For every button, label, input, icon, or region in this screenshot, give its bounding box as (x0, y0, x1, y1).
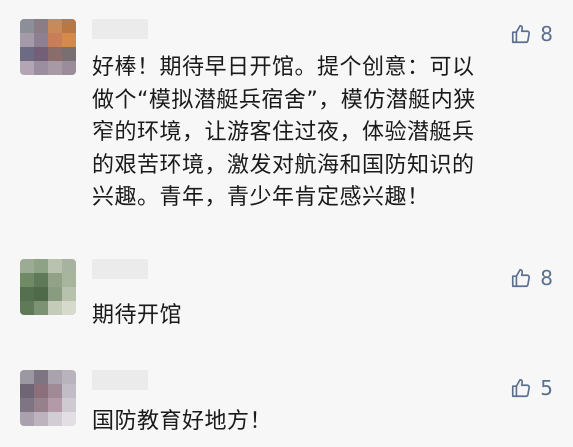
avatar-pixel (48, 33, 62, 47)
avatar-pixel (20, 19, 34, 33)
avatar-pixel (20, 273, 34, 287)
like-button[interactable]: 8 (510, 22, 553, 46)
avatar-pixel (48, 412, 62, 426)
username-blurred[interactable] (92, 19, 148, 39)
avatar-pixel (34, 273, 48, 287)
avatar-pixel (20, 47, 34, 61)
avatar-pixel (62, 61, 76, 75)
avatar-pixel (34, 61, 48, 75)
comment-text: 国防教育好地方！ (92, 409, 273, 434)
avatar[interactable] (20, 370, 76, 426)
avatar-pixel (48, 19, 62, 33)
avatar-pixel (20, 384, 34, 398)
avatar[interactable] (20, 19, 76, 75)
avatar-pixel (62, 47, 76, 61)
avatar-pixel (62, 33, 76, 47)
username-blurred[interactable] (92, 259, 148, 279)
comment-item: 8 好棒！期待早日开馆。提个创意：可以 做个“模拟潜艇兵宿舍”，模仿潜艇内狭 窄… (0, 0, 573, 240)
avatar-pixel (48, 287, 62, 301)
avatar-pixel (48, 370, 62, 384)
avatar-pixel (62, 287, 76, 301)
avatar-pixel (62, 273, 76, 287)
avatar-pixel (34, 384, 48, 398)
avatar[interactable] (20, 259, 76, 315)
avatar-pixel (48, 61, 62, 75)
avatar-pixel (34, 47, 48, 61)
like-button[interactable]: 5 (510, 376, 553, 400)
avatar-pixel (34, 398, 48, 412)
avatar-pixel (48, 301, 62, 315)
avatar-pixel (20, 287, 34, 301)
like-count: 8 (540, 266, 553, 290)
avatar-pixel (20, 61, 34, 75)
comment-item: 5 国防教育好地方！ (0, 350, 573, 447)
avatar-pixel (34, 370, 48, 384)
thumbs-up-icon (510, 267, 532, 289)
avatar-pixel (48, 273, 62, 287)
avatar-pixel (34, 287, 48, 301)
avatar-pixel (34, 259, 48, 273)
avatar-pixel (48, 47, 62, 61)
comment-text: 好棒！期待早日开馆。提个创意：可以 做个“模拟潜艇兵宿舍”，模仿潜艇内狭 窄的环… (92, 55, 476, 210)
avatar-pixel (20, 398, 34, 412)
thumbs-up-icon (510, 377, 532, 399)
like-count: 8 (540, 22, 553, 46)
avatar-pixel (48, 384, 62, 398)
comment-text: 期待开馆 (92, 303, 183, 328)
avatar-pixel (62, 370, 76, 384)
avatar-pixel (48, 259, 62, 273)
avatar-pixel (62, 412, 76, 426)
avatar-pixel (20, 33, 34, 47)
avatar-pixel (62, 398, 76, 412)
comment-item: 8 期待开馆 (0, 240, 573, 340)
avatar-pixel (34, 412, 48, 426)
avatar-pixel (34, 301, 48, 315)
avatar-pixel (62, 259, 76, 273)
avatar-pixel (20, 259, 34, 273)
thumbs-up-icon (510, 23, 532, 45)
avatar-pixel (20, 412, 34, 426)
avatar-pixel (20, 370, 34, 384)
avatar-pixel (34, 33, 48, 47)
username-blurred[interactable] (92, 370, 148, 390)
avatar-pixel (62, 19, 76, 33)
avatar-pixel (20, 301, 34, 315)
like-button[interactable]: 8 (510, 266, 553, 290)
avatar-pixel (48, 398, 62, 412)
avatar-pixel (62, 384, 76, 398)
avatar-pixel (62, 301, 76, 315)
like-count: 5 (540, 376, 553, 400)
avatar-pixel (34, 19, 48, 33)
